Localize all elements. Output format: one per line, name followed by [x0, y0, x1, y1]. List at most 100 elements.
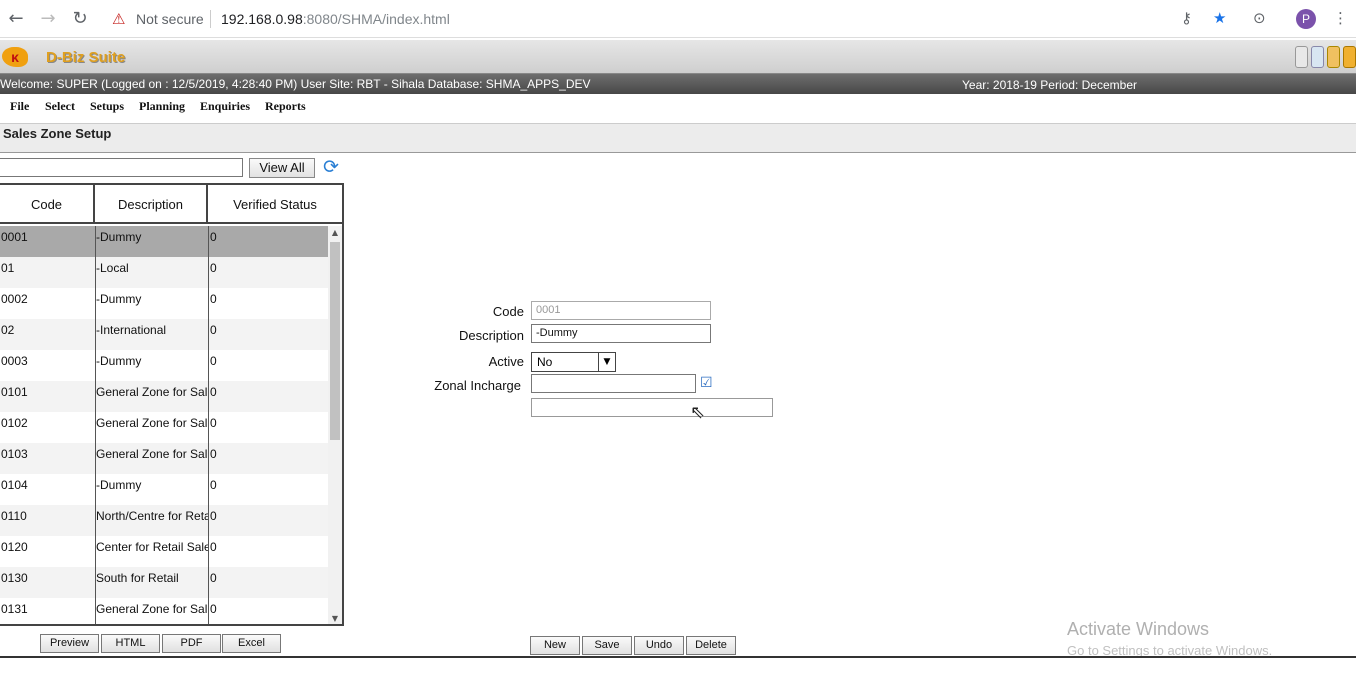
table-row[interactable]: 0120 Center for Retail Sale 0	[0, 536, 328, 567]
table-row[interactable]: 0130 South for Retail 0	[0, 567, 328, 598]
table-row[interactable]: 0001 -Dummy 0	[0, 226, 328, 257]
key-icon[interactable]: ⚷	[1181, 9, 1192, 27]
cell-code: 0102	[1, 416, 28, 430]
cell-verified-status: 0	[210, 571, 217, 585]
menu-select[interactable]: Select	[45, 99, 75, 114]
cell-code: 0002	[1, 292, 28, 306]
star-icon[interactable]: ★	[1213, 9, 1226, 27]
new-button[interactable]: New	[530, 636, 580, 655]
table-row[interactable]: 0002 -Dummy 0	[0, 288, 328, 319]
table-row[interactable]: 0003 -Dummy 0	[0, 350, 328, 381]
cell-code: 0103	[1, 447, 28, 461]
undo-button[interactable]: Undo	[634, 636, 684, 655]
not-secure-label[interactable]: Not secure	[136, 11, 204, 27]
cell-code: 0130	[1, 571, 28, 585]
menu-reports[interactable]: Reports	[265, 99, 306, 114]
menu-file[interactable]: File	[10, 99, 29, 114]
cell-verified-status: 0	[210, 354, 217, 368]
lookup-icon[interactable]: ☑	[700, 374, 718, 392]
view-all-button[interactable]: View All	[249, 158, 315, 178]
scrollbar-thumb[interactable]	[330, 242, 340, 440]
menu-setups[interactable]: Setups	[90, 99, 124, 114]
cell-verified-status: 0	[210, 292, 217, 306]
home-icon[interactable]	[1295, 46, 1308, 68]
table-row[interactable]: 0131 General Zone for Sal 0	[0, 598, 328, 624]
address-bar[interactable]: 192.168.0.98:8080/SHMA/index.html	[221, 11, 450, 27]
lock-icon[interactable]	[1327, 46, 1340, 68]
url-divider	[210, 10, 211, 28]
html-button[interactable]: HTML	[101, 634, 160, 653]
cell-description: North/Centre for Reta	[96, 509, 208, 523]
main-menu: File Select Setups Planning Enquiries Re…	[0, 96, 1356, 118]
cell-description: -International	[96, 323, 167, 337]
header-code[interactable]: Code	[0, 185, 95, 222]
activate-windows-title: Activate Windows	[1067, 619, 1210, 639]
warning-icon: ⚠	[112, 10, 126, 28]
more-menu-icon[interactable]: ⋮	[1333, 9, 1348, 27]
mouse-cursor-icon: ⇖	[690, 402, 706, 423]
description-field[interactable]: -Dummy	[531, 324, 711, 343]
code-label: Code	[492, 304, 524, 319]
dropdown-arrow-icon[interactable]: ▼	[598, 353, 615, 371]
table-row[interactable]: 0103 General Zone for Sal 0	[0, 443, 328, 474]
pdf-button[interactable]: PDF	[162, 634, 221, 653]
forward-icon[interactable]: →	[37, 8, 59, 30]
app-logo-text: D-Biz Suite	[46, 49, 126, 66]
scroll-up-icon[interactable]: ▲	[328, 226, 342, 240]
table-row[interactable]: 01 -Local 0	[0, 257, 328, 288]
active-select[interactable]: No ▼	[531, 352, 616, 372]
help-icon[interactable]	[1311, 46, 1324, 68]
extension-icon[interactable]: ⊙	[1253, 9, 1266, 27]
zonal-incharge-name-field	[531, 398, 773, 417]
cell-description: South for Retail	[96, 571, 179, 585]
menu-enquiries[interactable]: Enquiries	[200, 99, 250, 114]
browser-toolbar: ← → ↻ ⚠ Not secure 192.168.0.98:8080/SHM…	[0, 0, 1356, 38]
active-label: Active	[488, 354, 524, 369]
reload-icon[interactable]: ↻	[69, 8, 91, 30]
cell-description: General Zone for Sal	[96, 416, 208, 430]
cell-code: 0131	[1, 602, 28, 616]
grid-scrollbar[interactable]: ▲ ▼	[328, 226, 342, 624]
cell-verified-status: 0	[210, 509, 217, 523]
welcome-text: Welcome: SUPER (Logged on : 12/5/2019, 4…	[0, 77, 591, 91]
zonal-incharge-label: Zonal Incharge	[434, 378, 521, 393]
description-label: Description	[458, 328, 524, 343]
cell-verified-status: 0	[210, 385, 217, 399]
cell-verified-status: 0	[210, 416, 217, 430]
cell-verified-status: 0	[210, 540, 217, 554]
cell-description: -Dummy	[96, 354, 142, 368]
refresh-icon[interactable]: ⟳	[323, 156, 343, 178]
logo-icon: ᴋ	[2, 47, 28, 67]
footer-divider	[0, 656, 1356, 658]
table-row[interactable]: 0110 North/Centre for Reta 0	[0, 505, 328, 536]
table-row[interactable]: 02 -International 0	[0, 319, 328, 350]
cell-verified-status: 0	[210, 478, 217, 492]
table-row[interactable]: 0102 General Zone for Sal 0	[0, 412, 328, 443]
back-icon[interactable]: ←	[5, 8, 27, 30]
save-button[interactable]: Save	[582, 636, 632, 655]
cell-verified-status: 0	[210, 230, 217, 244]
column-divider	[208, 226, 209, 624]
profile-avatar[interactable]: P	[1296, 9, 1316, 29]
scroll-down-icon[interactable]: ▼	[328, 612, 342, 624]
search-input[interactable]	[0, 158, 243, 177]
delete-button[interactable]: Delete	[686, 636, 736, 655]
cell-verified-status: 0	[210, 323, 217, 337]
grid-header: Code Description Verified Status	[0, 185, 342, 224]
period-text: Year: 2018-19 Period: December	[962, 78, 1137, 92]
code-field[interactable]: 0001	[531, 301, 711, 320]
power-icon[interactable]	[1343, 46, 1356, 68]
page-title: Sales Zone Setup	[3, 126, 112, 141]
preview-button[interactable]: Preview	[40, 634, 99, 653]
app-header: ᴋ D-Biz Suite	[0, 40, 1356, 74]
header-description[interactable]: Description	[95, 185, 208, 222]
table-row[interactable]: 0101 General Zone for Sal 0	[0, 381, 328, 412]
zonal-incharge-field[interactable]	[531, 374, 696, 393]
excel-button[interactable]: Excel	[222, 634, 281, 653]
zone-grid: Code Description Verified Status 0001 -Du…	[0, 183, 344, 626]
table-row[interactable]: 0104 -Dummy 0	[0, 474, 328, 505]
cell-code: 0101	[1, 385, 28, 399]
menu-planning[interactable]: Planning	[139, 99, 185, 114]
cell-description: -Dummy	[96, 478, 142, 492]
header-verified-status[interactable]: Verified Status	[208, 185, 342, 222]
